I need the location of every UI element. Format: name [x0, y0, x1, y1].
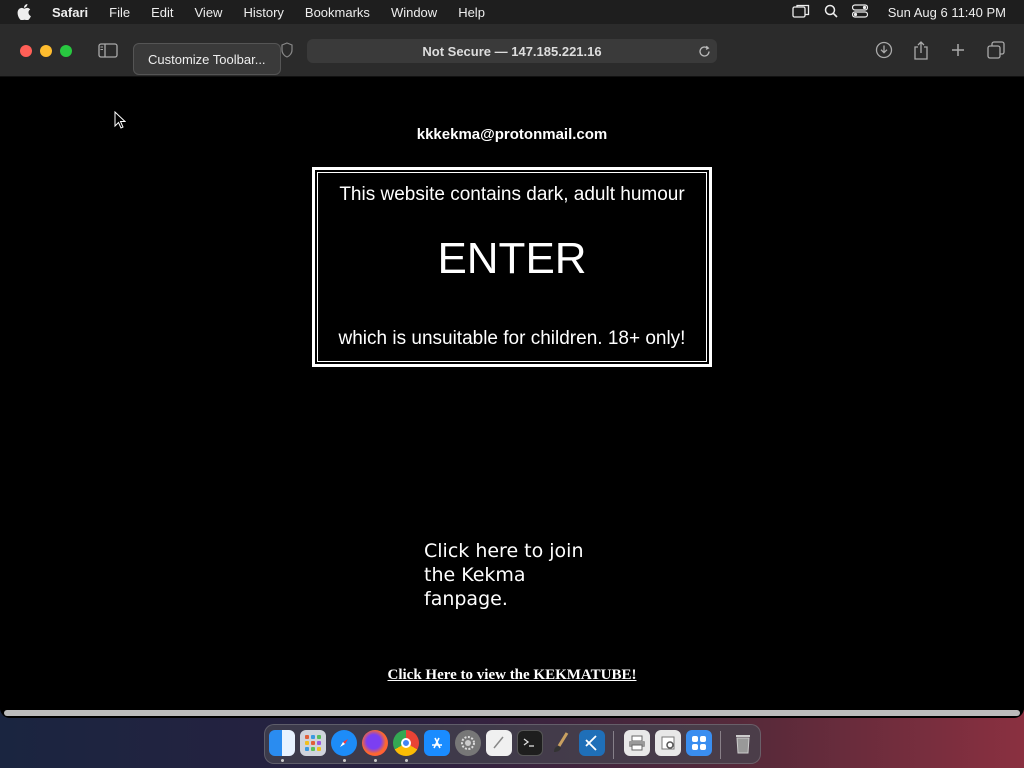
utilities-folder-icon[interactable]: [686, 730, 712, 756]
enter-link[interactable]: ENTER: [315, 234, 709, 284]
menu-history[interactable]: History: [243, 5, 283, 20]
chrome-icon[interactable]: [393, 730, 419, 756]
contact-email: kkkekma@protonmail.com: [416, 126, 608, 143]
horizontal-scrollbar[interactable]: [4, 710, 1020, 716]
control-center-icon[interactable]: [851, 3, 868, 21]
system-settings-icon[interactable]: [455, 730, 481, 756]
menu-edit[interactable]: Edit: [151, 5, 173, 20]
warning-text-bottom: which is unsuitable for children. 18+ on…: [338, 328, 686, 349]
safari-window: Customize Toolbar... Not Secure — 147.18…: [0, 24, 1024, 718]
address-text: Not Secure — 147.185.221.16: [422, 43, 602, 59]
fanpage-link[interactable]: Click here to join the Kekma fanpage.: [424, 539, 594, 611]
dock-separator: [613, 731, 614, 759]
menu-app-name[interactable]: Safari: [52, 5, 88, 20]
safari-running-indicator: [343, 759, 346, 762]
menu-bookmarks[interactable]: Bookmarks: [305, 5, 370, 20]
new-tab-icon[interactable]: [947, 40, 969, 60]
firefox-running-indicator: [374, 759, 377, 762]
warning-text-top: This website contains dark, adult humour: [339, 184, 685, 205]
minimize-window-button[interactable]: [40, 45, 52, 57]
apple-menu-icon[interactable]: [17, 4, 35, 20]
launchpad-icon[interactable]: [300, 730, 326, 756]
tab-overview-icon[interactable]: [985, 40, 1007, 60]
close-window-button[interactable]: [20, 45, 32, 57]
spotlight-search-icon[interactable]: [824, 4, 838, 21]
reload-icon[interactable]: [696, 43, 712, 59]
firefox-icon[interactable]: [362, 730, 388, 756]
app-store-icon[interactable]: [424, 730, 450, 756]
screen-mirroring-icon[interactable]: [792, 4, 810, 21]
downloads-icon[interactable]: [873, 40, 895, 60]
age-warning-box: This website contains dark, adult humour…: [311, 166, 713, 368]
menu-window[interactable]: Window: [391, 5, 437, 20]
preview-icon[interactable]: [655, 730, 681, 756]
web-page-content: kkkekma@protonmail.com This website cont…: [0, 77, 1024, 716]
finder-icon[interactable]: [269, 730, 295, 756]
zoom-window-button[interactable]: [60, 45, 72, 57]
menu-clock[interactable]: Sun Aug 6 11:40 PM: [888, 5, 1006, 20]
browser-toolbar: Customize Toolbar... Not Secure — 147.18…: [0, 24, 1024, 77]
mouse-cursor-icon: [114, 111, 126, 129]
address-bar[interactable]: Not Secure — 147.185.221.16: [307, 39, 717, 63]
safari-icon[interactable]: [331, 730, 357, 756]
textedit-icon[interactable]: [486, 730, 512, 756]
dock-separator-trash: [720, 731, 721, 759]
trash-icon[interactable]: [730, 730, 756, 756]
menu-bar: Safari File Edit View History Bookmarks …: [0, 0, 1024, 24]
printer-icon[interactable]: [624, 730, 650, 756]
share-icon[interactable]: [910, 40, 932, 60]
menu-view[interactable]: View: [195, 5, 223, 20]
vscode-icon[interactable]: [579, 730, 605, 756]
dock: [264, 724, 761, 764]
menu-file[interactable]: File: [109, 5, 130, 20]
menu-help[interactable]: Help: [458, 5, 485, 20]
finder-running-indicator: [281, 759, 284, 762]
sidebar-toggle-icon[interactable]: [97, 40, 119, 60]
chrome-running-indicator: [405, 759, 408, 762]
customize-toolbar-tooltip: Customize Toolbar...: [133, 43, 281, 75]
paintbrush-icon[interactable]: [548, 730, 574, 756]
terminal-icon[interactable]: [517, 730, 543, 756]
kekmatube-link[interactable]: Click Here to view the KEKMATUBE!: [0, 667, 1024, 684]
